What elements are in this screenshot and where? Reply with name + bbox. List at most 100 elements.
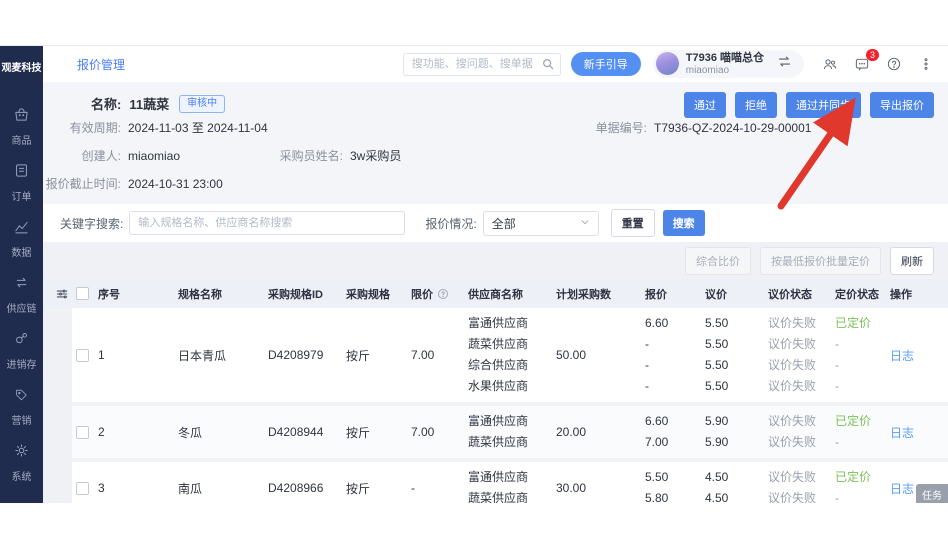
- orders-icon: [13, 162, 30, 184]
- breadcrumb[interactable]: 报价管理: [77, 56, 125, 73]
- planned-qty: 20.00: [556, 411, 645, 453]
- limit-price: 7.00: [411, 313, 468, 397]
- search-icon[interactable]: [541, 57, 555, 76]
- sidebar-item-label: 商品: [12, 132, 32, 147]
- price-status: -: [835, 432, 890, 453]
- sidebar-item-supply-chain[interactable]: 供应链: [0, 266, 43, 322]
- planned-qty: 50.00: [556, 313, 645, 397]
- nego-status: 议价失败: [768, 411, 835, 432]
- price-status: -: [835, 355, 890, 376]
- supply-chain-icon: [13, 274, 30, 296]
- col-supplier: 供应商名称: [468, 286, 556, 302]
- help-icon[interactable]: [886, 56, 902, 72]
- sidebar-item-data[interactable]: 数据: [0, 210, 43, 266]
- quote-name: 名称: 11蔬菜 审核中: [91, 94, 225, 113]
- sidebar-item-label: 营销: [12, 412, 32, 427]
- column-settings-icon[interactable]: [55, 287, 76, 301]
- limit-price: 7.00: [411, 411, 468, 453]
- buyer-value: 3w采购员: [350, 148, 401, 164]
- sidebar-item-inventory[interactable]: 进销存: [0, 322, 43, 378]
- checkbox[interactable]: [76, 482, 89, 495]
- row-checkbox-cell: [76, 313, 98, 397]
- nego-status: 议价失败: [768, 488, 835, 503]
- status-badge: 审核中: [179, 95, 225, 113]
- sidebar-item-marketing[interactable]: 营销: [0, 378, 43, 434]
- creator-field: 创建人: miaomiao: [43, 148, 180, 164]
- price-status: 已定价: [835, 313, 890, 334]
- select-all-checkbox[interactable]: [76, 287, 98, 300]
- search-button[interactable]: 搜索: [663, 210, 705, 236]
- table-toolbar: 综合比价 按最低报价批量定价 刷新: [43, 242, 948, 279]
- sidebar-nav: 商品 订单 数据 供应链 进销存: [0, 86, 43, 490]
- user-chip[interactable]: T7936 喵喵总仓 miaomiao: [653, 50, 804, 78]
- quote-fields-row-2: 创建人: miaomiao 采购员姓名: 3w采购员: [43, 142, 948, 170]
- nego-status: 议价失败: [768, 334, 835, 355]
- buyer-label: 采购员姓名:: [223, 148, 343, 164]
- topbar-icons: 3: [822, 56, 934, 72]
- guide-button[interactable]: 新手引导: [571, 52, 641, 76]
- doc-no-field: 单据编号: T7936-QZ-2024-10-29-00001: [555, 120, 811, 136]
- quote-status-select[interactable]: 全部: [483, 211, 599, 236]
- spec-name: 冬瓜: [178, 411, 268, 453]
- message-count-badge: 3: [866, 49, 879, 61]
- row-actions: 日志: [890, 411, 935, 453]
- spec-id: D4208979: [268, 313, 346, 397]
- messages-icon[interactable]: 3: [854, 56, 870, 72]
- supplier-name: 富通供应商: [468, 313, 556, 334]
- col-planned-qty: 计划采购数: [556, 286, 645, 302]
- col-quote: 报价: [645, 286, 705, 302]
- col-spec-name: 规格名称: [178, 286, 268, 302]
- goods-icon: [13, 106, 30, 128]
- sidebar-item-orders[interactable]: 订单: [0, 154, 43, 210]
- price-status: 已定价: [835, 411, 890, 432]
- sidebar-item-label: 订单: [12, 188, 32, 203]
- spec-unit: 按斤: [346, 411, 411, 453]
- supplier-name: 富通供应商: [468, 467, 556, 488]
- nego-value: 5.50: [705, 334, 768, 355]
- log-link[interactable]: 日志: [890, 480, 914, 497]
- quote-header-panel: 名称: 11蔬菜 审核中 通过 拒绝 通过并同步 导出报价 有效周期: 2024…: [43, 82, 948, 204]
- nego-value: 5.50: [705, 313, 768, 334]
- log-link[interactable]: 日志: [890, 424, 914, 441]
- limit-price-help-icon[interactable]: [437, 288, 449, 300]
- quote-grid: 6.605.90议价失败已定价7.005.90议价失败-: [645, 411, 890, 453]
- nego-value: 5.50: [705, 376, 768, 397]
- global-search-input[interactable]: [403, 53, 561, 76]
- log-link[interactable]: 日志: [890, 347, 914, 364]
- col-nego: 议价: [705, 286, 768, 302]
- spec-name: 日本青瓜: [178, 313, 268, 397]
- supplier-name: 水果供应商: [468, 376, 556, 397]
- avatar: [656, 52, 679, 75]
- contacts-icon[interactable]: [822, 56, 838, 72]
- task-tab[interactable]: 任务: [916, 484, 948, 503]
- quote-value: 5.50: [645, 467, 705, 488]
- supplier-list: 富通供应商蔬菜供应商: [468, 411, 556, 453]
- deadline-label: 报价截止时间:: [43, 176, 121, 192]
- compare-button[interactable]: 综合比价: [685, 247, 751, 275]
- refresh-button[interactable]: 刷新: [890, 247, 934, 275]
- switch-account-icon[interactable]: [777, 54, 792, 74]
- nego-status: 议价失败: [768, 467, 835, 488]
- batch-lowest-price-button[interactable]: 按最低报价批量定价: [760, 247, 881, 275]
- supplier-list: 富通供应商蔬菜供应商: [468, 467, 556, 503]
- row-index: 3: [98, 467, 178, 503]
- col-operation: 操作: [890, 286, 935, 302]
- keyword-input[interactable]: [129, 211, 405, 235]
- reset-button[interactable]: 重置: [611, 209, 655, 237]
- col-spec-id: 采购规格ID: [268, 286, 346, 302]
- topbar: 报价管理 新手引导 T7936 喵喵总仓 miaomiao 3: [43, 46, 948, 82]
- nego-status: 议价失败: [768, 355, 835, 376]
- checkbox[interactable]: [76, 349, 89, 362]
- chevron-down-icon: [580, 216, 590, 230]
- more-options-icon[interactable]: [918, 56, 934, 72]
- quote-title-row: 名称: 11蔬菜 审核中 通过 拒绝 通过并同步 导出报价: [43, 82, 948, 114]
- checkbox[interactable]: [76, 426, 89, 439]
- data-icon: [13, 218, 30, 240]
- sidebar-item-goods[interactable]: 商品: [0, 98, 43, 154]
- nego-value: 5.90: [705, 411, 768, 432]
- checkbox[interactable]: [76, 287, 89, 300]
- sidebar-item-system[interactable]: 系统: [0, 434, 43, 490]
- spec-name: 南瓜: [178, 467, 268, 503]
- valid-period-field: 有效周期: 2024-11-03 至 2024-11-04: [43, 120, 268, 136]
- brand-logo: 观麦科技: [0, 46, 43, 86]
